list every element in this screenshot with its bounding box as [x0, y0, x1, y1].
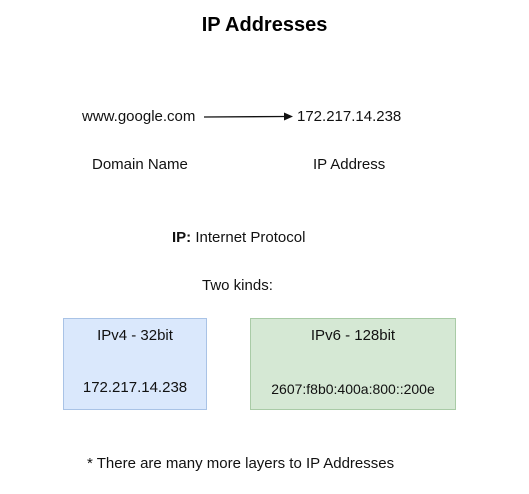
- diagram-title: IP Addresses: [201, 14, 328, 36]
- ipv6-example: 2607:f8b0:400a:800::200e: [271, 381, 435, 397]
- ip-address-caption: IP Address: [313, 156, 386, 173]
- ipv4-example: 172.217.14.238: [82, 379, 188, 396]
- mapping-arrow: [203, 112, 293, 121]
- footnote: * There are many more layers to IP Addre…: [87, 455, 395, 472]
- ip-value: 172.217.14.238: [297, 108, 402, 125]
- domain-value: www.google.com: [82, 108, 196, 125]
- protocol-definition: IP: Internet Protocol: [172, 229, 305, 246]
- ipv6-box: IPv6 - 128bit 2607:f8b0:400a:800::200e: [250, 318, 456, 410]
- ipv4-box: IPv4 - 32bit 172.217.14.238: [63, 318, 207, 410]
- ipv6-heading: IPv6 - 128bit: [310, 327, 396, 344]
- protocol-text: Internet Protocol: [191, 229, 306, 246]
- ipv4-heading: IPv4 - 32bit: [97, 327, 173, 344]
- protocol-label: IP:: [172, 229, 192, 246]
- kinds-label: Two kinds:: [202, 277, 273, 294]
- domain-name-caption: Domain Name: [92, 156, 188, 173]
